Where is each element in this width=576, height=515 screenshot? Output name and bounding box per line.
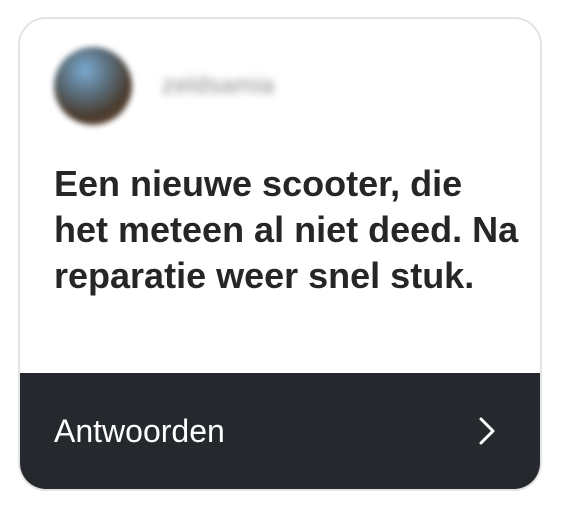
message-card: zeldsamia Een nieuwe scooter, die het me… — [18, 17, 542, 491]
username[interactable]: zeldsamia — [162, 72, 275, 100]
avatar[interactable] — [54, 47, 132, 125]
message-text: Een nieuwe scooter, die het meteen al ni… — [54, 163, 519, 296]
reply-button[interactable]: Antwoorden — [20, 373, 540, 489]
card-header: zeldsamia — [54, 43, 275, 129]
reply-label: Antwoorden — [54, 412, 225, 449]
chevron-right-icon — [472, 416, 502, 446]
